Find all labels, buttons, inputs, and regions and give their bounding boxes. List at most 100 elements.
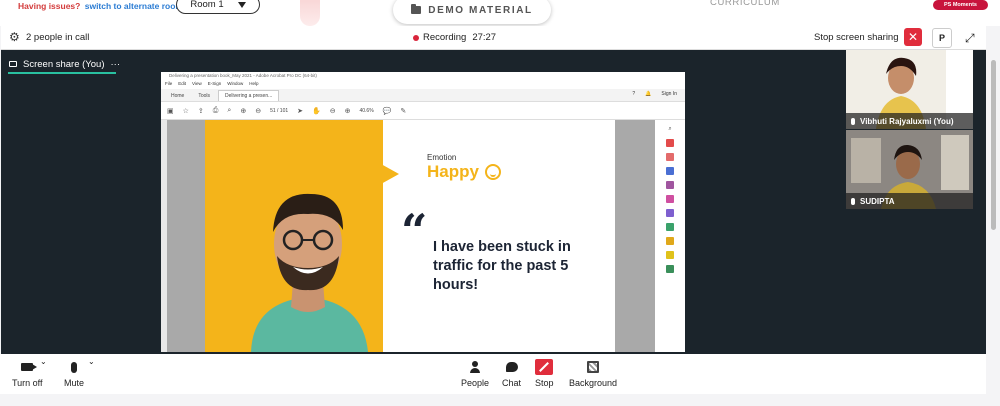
protect-icon <box>666 237 674 245</box>
smiley-icon <box>484 164 501 180</box>
menu-help: Help <box>249 81 259 86</box>
emotion-label: Emotion <box>427 153 457 162</box>
mic-icon <box>851 117 855 125</box>
emotion-text: Happy <box>427 162 479 181</box>
hand-icon: ✋ <box>312 107 321 115</box>
pen-icon: ✎ <box>400 107 407 115</box>
star-icon: ☆ <box>182 107 189 115</box>
caret-down-icon <box>237 1 246 8</box>
comment-tool-icon <box>666 167 674 175</box>
slide-quote: I have been stuck in traffic for the pas… <box>433 239 571 293</box>
participant-tile[interactable]: SUDIPTA <box>846 130 973 209</box>
people-label: People <box>461 378 490 388</box>
screen-share-tab[interactable]: Screen share (You) ··· <box>9 55 120 73</box>
create-pdf-icon <box>666 153 674 161</box>
video-stage: Screen share (You) ··· Delivering a pres… <box>1 50 986 354</box>
slide-page: Emotion Happy “ I have been stuck in tra… <box>205 120 615 352</box>
active-tab-indicator <box>8 72 116 74</box>
participant-name: SUDIPTA <box>860 196 895 206</box>
zoom-level: 40.6% <box>359 107 374 114</box>
help-icon: ? <box>632 91 636 97</box>
alternate-room-link[interactable]: switch to alternate room <box>85 1 183 11</box>
acrobat-tools-rail: ⌕ <box>655 120 685 352</box>
bell-icon: 🔔 <box>645 91 652 97</box>
app-title-bar: Delivering a presentation book_May 2021 … <box>161 72 685 81</box>
background-button[interactable]: Background <box>569 360 617 388</box>
camera-options-chevron-icon[interactable]: ⌄ <box>40 357 47 366</box>
chat-label: Chat <box>502 378 522 388</box>
fullscreen-icon[interactable]: ⤢ <box>965 31 975 46</box>
scrollbar-thumb[interactable] <box>991 60 996 230</box>
close-icon: ✕ <box>907 30 919 44</box>
mute-button[interactable]: Mute <box>64 360 84 388</box>
room-select[interactable]: Room 1 <box>176 0 260 14</box>
demo-material-button[interactable]: DEMO MATERIAL <box>393 0 551 24</box>
more-options-icon[interactable]: ··· <box>111 59 121 70</box>
participant-name-bar: Vibhuti Rajyaluxmi (You) <box>846 113 973 129</box>
room-select-value: Room 1 <box>190 0 224 10</box>
stop-share-button[interactable]: Stop <box>535 359 554 388</box>
shared-screen: Delivering a presentation book_May 2021 … <box>161 72 685 352</box>
profile-button[interactable]: P <box>932 28 952 48</box>
chat-button[interactable]: Chat <box>502 360 521 388</box>
gear-icon[interactable]: ⚙ <box>9 31 20 43</box>
sign-in-link: Sign In <box>661 91 677 97</box>
page-up-icon: ⊕ <box>240 107 247 115</box>
stop-sharing-button[interactable]: ✕ <box>904 28 922 46</box>
turn-off-label: Turn off <box>12 378 43 388</box>
comment-icon: 💬 <box>382 107 392 115</box>
recording-label: Recording <box>423 32 467 43</box>
turn-off-camera-button[interactable]: Turn off <box>12 360 43 388</box>
document-margin-right <box>615 120 655 352</box>
outer-top-bar: Having issues? switch to alternate room … <box>0 0 1000 26</box>
app-toolbar: ▣ ☆ ⇪ ⎙ ⌕ ⊕ ⊖ 51 / 101 ➤ ✋ ⊖ ⊕ 40.6% 💬 ✎ <box>161 102 685 120</box>
stop-sharing-label: Stop screen sharing <box>814 32 899 43</box>
print-icon: ⎙ <box>212 106 219 114</box>
mute-label: Mute <box>64 378 85 388</box>
zoom-tool-icon: ⌕ <box>668 126 672 132</box>
participant-name: Vibhuti Rajyaluxmi (You) <box>860 116 954 126</box>
document-area: Emotion Happy “ I have been stuck in tra… <box>161 120 685 352</box>
page-indicator: 51 / 101 <box>270 107 289 114</box>
mic-icon <box>851 197 855 205</box>
edit-pdf-icon <box>666 195 674 203</box>
stop-label: Stop <box>535 378 554 388</box>
emotion-value: Happy <box>427 162 501 182</box>
app-tab-document: Delivering a presen... <box>218 90 280 101</box>
microphone-icon <box>71 360 77 374</box>
decorative-shape <box>300 0 320 26</box>
issues-text: Having issues? <box>18 1 81 11</box>
stamp-icon <box>666 251 674 259</box>
app-menu-bar: File Edit View E-Sign Window Help <box>161 81 685 89</box>
folder-icon <box>411 4 422 14</box>
chat-icon <box>505 360 518 374</box>
quote-mark: “ <box>401 204 428 258</box>
menu-view: View <box>192 81 202 86</box>
fill-sign-icon <box>666 209 674 217</box>
people-count: 2 people in call <box>26 32 90 43</box>
compress-icon <box>666 223 674 231</box>
recording-time: 27:27 <box>472 32 497 43</box>
meeting-header: ⚙ 2 people in call Recording 27:27 Stop … <box>1 26 986 50</box>
redact-icon <box>666 265 674 273</box>
save-icon: ▣ <box>167 107 174 115</box>
issues-notice: Having issues? switch to alternate room <box>18 1 183 11</box>
slide-arrow-shape <box>381 164 399 184</box>
document-margin-left <box>167 120 205 352</box>
smiling-man-photo <box>251 193 368 352</box>
people-button[interactable]: People <box>461 360 489 388</box>
participant-name-bar: SUDIPTA <box>846 193 973 209</box>
people-icon <box>470 360 481 374</box>
curriculum-link[interactable]: CURRICULUM <box>710 0 780 8</box>
screen-share-tab-label: Screen share (You) <box>23 58 105 70</box>
camera-icon <box>21 360 38 374</box>
cursor-icon: ➤ <box>297 107 304 115</box>
participant-tile[interactable]: Vibhuti Rajyaluxmi (You) <box>846 50 973 129</box>
menu-file: File <box>165 81 173 86</box>
participants-scrollbar[interactable] <box>990 50 998 230</box>
bottom-toolbar: Turn off ⌄ Mute ⌄ People Chat Stop Backg… <box>0 354 986 394</box>
menu-edit: Edit <box>178 81 187 86</box>
app-tabs-right: ? 🔔 Sign In <box>632 91 677 97</box>
mic-options-chevron-icon[interactable]: ⌄ <box>88 357 95 366</box>
moments-badge[interactable]: PS Moments <box>933 0 988 10</box>
